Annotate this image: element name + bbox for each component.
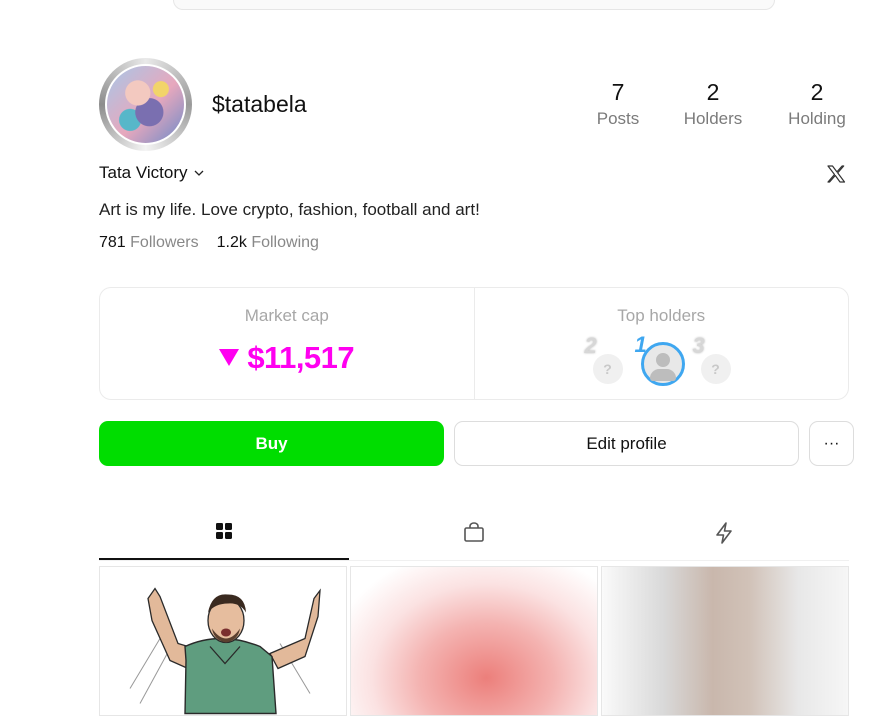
post-thumbnail[interactable] (601, 566, 849, 716)
user-body-icon (649, 369, 676, 381)
holder-rank-2: 2 (584, 333, 597, 358)
stat-holders-label: Holders (683, 109, 743, 128)
top-holders-list: ? 2 1 ? 3 (475, 332, 849, 386)
holder-rank-1: 1 (634, 332, 647, 357)
grid-icon (216, 523, 232, 539)
following-count: 1.2k (216, 234, 247, 251)
market-cap-panel: Market cap $11,517 (100, 288, 474, 399)
profile-handle: $tatabela (212, 91, 307, 117)
stat-posts-value: 7 (611, 79, 625, 105)
stat-holding[interactable]: 2 Holding (767, 78, 867, 129)
tab-posts[interactable] (99, 513, 349, 560)
user-head-icon (655, 353, 670, 367)
following-link[interactable]: 1.2k Following (217, 234, 319, 252)
chevron-down-icon (194, 170, 203, 176)
trend-down-icon (219, 349, 240, 366)
shopping-bag-icon (464, 522, 484, 542)
followers-count: 781 (99, 234, 126, 251)
stat-posts[interactable]: 7 Posts (568, 78, 668, 129)
market-cap-value-row: $11,517 (100, 340, 474, 376)
holder-placeholder-2: ? (592, 354, 623, 384)
lightning-icon (716, 522, 732, 544)
stat-posts-label: Posts (596, 109, 640, 128)
market-cap-value: $11,517 (247, 340, 355, 375)
display-name: Tata Victory (99, 163, 188, 182)
more-options-button[interactable]: ··· (809, 421, 854, 466)
bio-text: Art is my life. Love crypto, fashion, fo… (99, 200, 480, 219)
buy-button[interactable]: Buy (99, 421, 444, 466)
edit-profile-button[interactable]: Edit profile (454, 421, 799, 466)
avatar[interactable] (99, 58, 192, 151)
top-holders-panel[interactable]: Top holders ? 2 1 ? 3 (473, 288, 849, 399)
follow-stats: 781 Followers 1.2k Following (99, 234, 319, 252)
market-cap-label: Market cap (244, 306, 329, 325)
stat-holding-label: Holding (788, 109, 846, 128)
posts-grid (99, 566, 849, 716)
avatar-image (105, 64, 186, 145)
search-bar-edge[interactable] (173, 0, 775, 10)
tab-activity[interactable] (599, 513, 849, 560)
x-twitter-icon[interactable] (826, 164, 846, 184)
player-illustration (129, 587, 321, 715)
followers-link[interactable]: 781 Followers (99, 234, 199, 252)
holder-rank-3: 3 (692, 333, 705, 358)
holder-placeholder-3: ? (700, 354, 731, 384)
stat-holders[interactable]: 2 Holders (663, 78, 763, 129)
stat-holding-value: 2 (810, 79, 824, 105)
post-thumbnail[interactable] (99, 566, 347, 716)
content-tabs (99, 513, 849, 561)
following-label: Following (251, 234, 319, 251)
token-summary-card: Market cap $11,517 Top holders ? 2 1 ? 3 (99, 287, 849, 400)
holder-avatar-1[interactable] (640, 342, 685, 386)
display-name-dropdown[interactable]: Tata Victory (99, 163, 204, 183)
tab-shop[interactable] (349, 513, 599, 560)
post-thumbnail[interactable] (350, 566, 598, 716)
followers-label: Followers (130, 234, 199, 251)
top-holders-label: Top holders (617, 306, 706, 325)
stat-holders-value: 2 (706, 79, 720, 105)
